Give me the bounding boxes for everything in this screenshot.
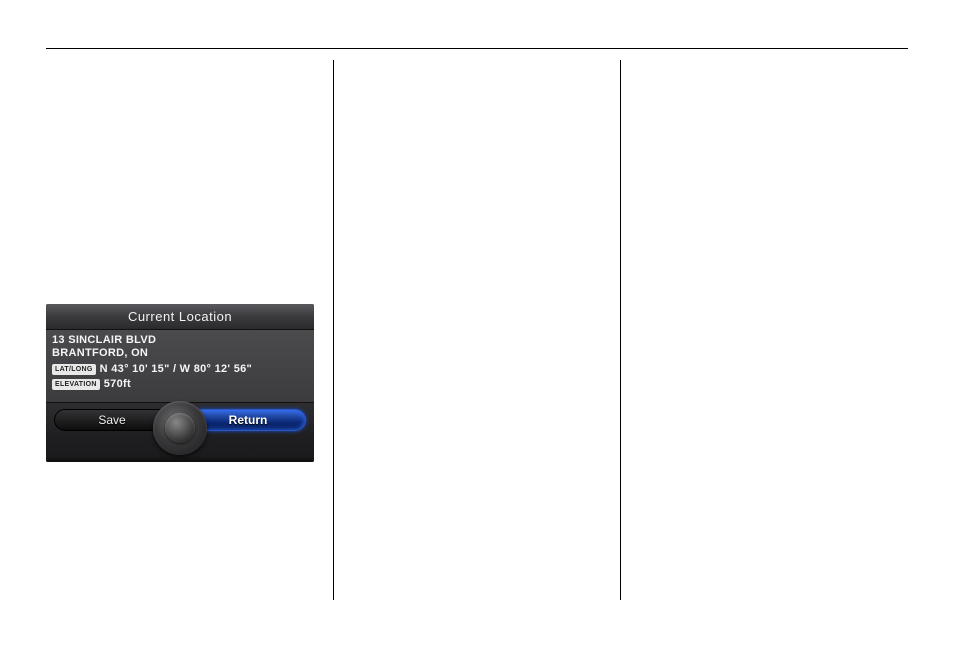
horizontal-rule [46, 48, 908, 49]
latlong-value: N 43° 10' 15" / W 80° 12' 56" [100, 363, 252, 375]
column-divider [620, 60, 621, 600]
dial-knob[interactable] [153, 401, 207, 455]
elevation-row: ELEVATION 570ft [52, 378, 308, 390]
screen-title: Current Location [46, 304, 314, 330]
shadow-decoration [46, 456, 314, 462]
navigation-screen: Current Location 13 SINCLAIR BLVD BRANTF… [46, 304, 314, 462]
address-line-2: BRANTFORD, ON [52, 347, 308, 360]
button-bar: Save Return [46, 402, 314, 462]
address-line-1: 13 SINCLAIR BLVD [52, 334, 308, 347]
elevation-label: ELEVATION [52, 379, 100, 390]
latlong-row: LAT/LONG N 43° 10' 15" / W 80° 12' 56" [52, 363, 308, 375]
location-info-panel: 13 SINCLAIR BLVD BRANTFORD, ON LAT/LONG … [46, 330, 314, 402]
column-divider [333, 60, 334, 600]
latlong-label: LAT/LONG [52, 364, 96, 375]
elevation-value: 570ft [104, 378, 131, 390]
dial-knob-center [165, 413, 195, 443]
return-button[interactable]: Return [190, 409, 306, 431]
